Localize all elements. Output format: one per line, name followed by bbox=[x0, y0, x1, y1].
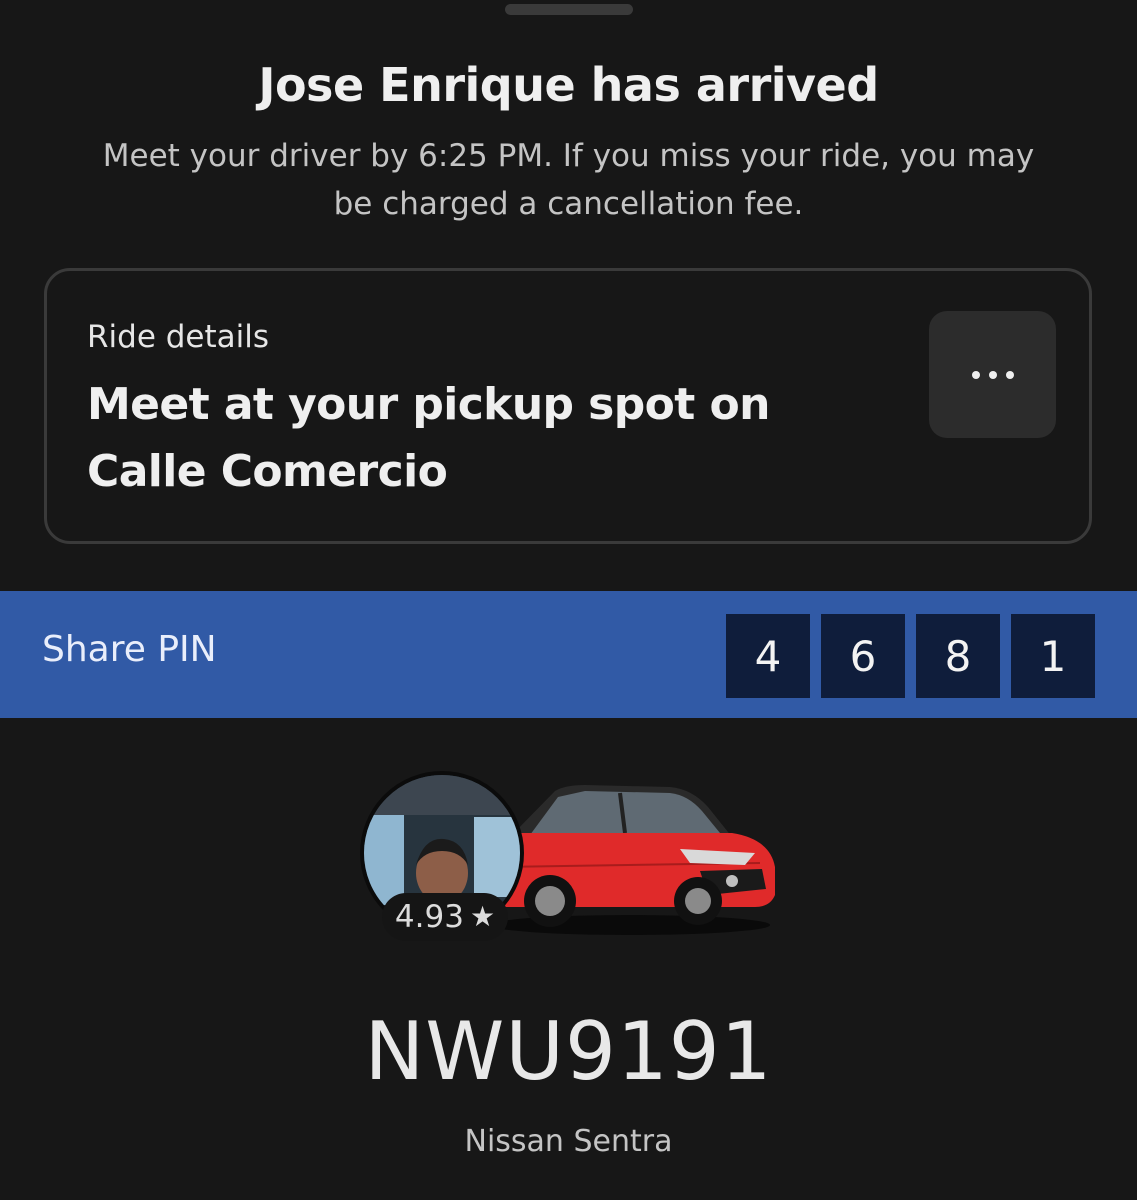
arrival-notice: Meet your driver by 6:25 PM. If you miss… bbox=[102, 138, 1035, 222]
pin-digit: 6 bbox=[821, 614, 905, 698]
driver-rating-badge: 4.93 ★ bbox=[382, 893, 508, 941]
license-plate: NWU9191 bbox=[364, 1005, 773, 1098]
more-horizontal-icon bbox=[971, 370, 1014, 379]
more-options-button[interactable] bbox=[929, 311, 1056, 438]
ride-details-card[interactable]: Ride details Meet at your pickup spot on… bbox=[44, 268, 1092, 544]
ride-details-label: Ride details bbox=[87, 319, 270, 355]
pin-digits: 4 6 8 1 bbox=[726, 614, 1095, 698]
star-icon: ★ bbox=[469, 900, 496, 933]
rating-value: 4.93 bbox=[394, 899, 464, 935]
share-pin-bar[interactable]: Share PIN 4 6 8 1 bbox=[0, 591, 1137, 718]
pin-digit: 4 bbox=[726, 614, 810, 698]
pickup-instruction: Meet at your pickup spot on Calle Comerc… bbox=[87, 379, 770, 497]
vehicle-model: Nissan Sentra bbox=[464, 1124, 673, 1159]
pin-digit: 1 bbox=[1011, 614, 1095, 698]
driver-vehicle-group[interactable]: 4.93 ★ bbox=[350, 755, 790, 995]
sheet-grabber[interactable] bbox=[505, 4, 633, 15]
pin-digit: 8 bbox=[916, 614, 1000, 698]
share-pin-label: Share PIN bbox=[42, 629, 217, 670]
trip-status-sheet: Jose Enrique has arrived Meet your drive… bbox=[0, 0, 1137, 1200]
page-title: Jose Enrique has arrived bbox=[258, 58, 879, 112]
